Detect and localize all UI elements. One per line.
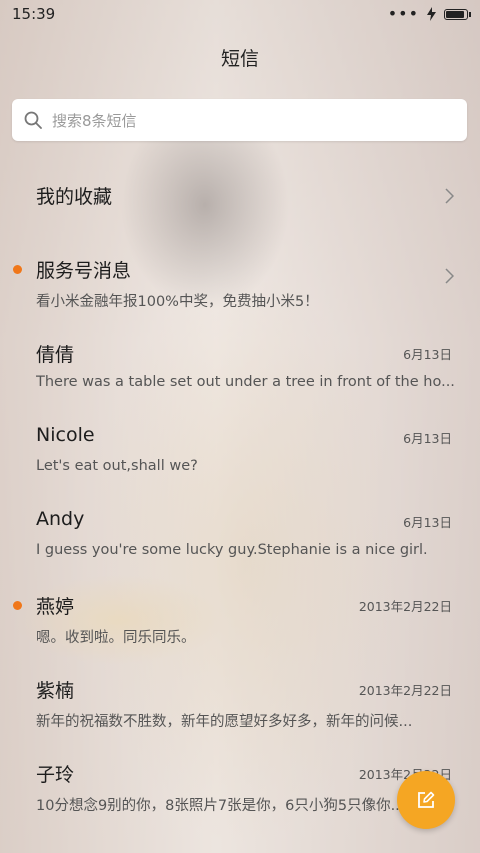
more-dots-icon: ••• bbox=[387, 4, 419, 23]
status-time: 15:39 bbox=[12, 5, 56, 23]
unread-dot bbox=[13, 265, 22, 274]
list-item-preview: 看小米金融年报100%中奖，免费抽小米5！ bbox=[36, 294, 319, 310]
list-item-date: 2013年2月22日 bbox=[358, 683, 452, 698]
list-item-name: 服务号消息 bbox=[36, 260, 132, 282]
list-item-favorites[interactable]: 我的收藏 bbox=[0, 154, 480, 238]
list-item-date: 6月13日 bbox=[403, 347, 452, 362]
list-item-name: Andy bbox=[36, 508, 85, 530]
list-item-date: 6月13日 bbox=[403, 431, 452, 446]
list-item-date: 6月13日 bbox=[403, 515, 452, 530]
unread-dot bbox=[13, 601, 22, 610]
chevron-right-icon bbox=[445, 188, 454, 204]
list-item-conversation[interactable]: 紫楠 2013年2月22日 新年的祝福数不胜数，新年的愿望好多好多，新年的问候.… bbox=[0, 658, 480, 742]
chevron-right-icon bbox=[445, 268, 454, 284]
list-item-preview: 嗯。收到啦。同乐同乐。 bbox=[36, 630, 196, 646]
list-item-conversation[interactable]: Andy 6月13日 I guess you're some lucky guy… bbox=[0, 490, 480, 574]
list-item-preview: There was a table set out under a tree i… bbox=[36, 374, 455, 390]
status-icons: ••• bbox=[387, 4, 471, 23]
search-input[interactable]: 搜索8条短信 bbox=[12, 99, 467, 141]
compose-button[interactable] bbox=[397, 771, 455, 829]
search-icon bbox=[24, 111, 42, 129]
list-item-name: 紫楠 bbox=[36, 680, 75, 702]
list-item-name: 子玲 bbox=[36, 764, 75, 786]
conversation-list: 我的收藏 服务号消息 看小米金融年报100%中奖，免费抽小米5！ 倩倩 6月13… bbox=[0, 154, 480, 826]
list-item-preview: 新年的祝福数不胜数，新年的愿望好多好多，新年的问候... bbox=[36, 714, 413, 730]
list-item-date: 2013年2月22日 bbox=[358, 599, 452, 614]
list-item-conversation[interactable]: Nicole 6月13日 Let's eat out,shall we? bbox=[0, 406, 480, 490]
list-item-conversation[interactable]: 燕婷 2013年2月22日 嗯。收到啦。同乐同乐。 bbox=[0, 574, 480, 658]
search-placeholder: 搜索8条短信 bbox=[52, 111, 137, 130]
list-item-name: 燕婷 bbox=[36, 596, 75, 618]
list-item-name: Nicole bbox=[36, 424, 95, 446]
list-item-service-messages[interactable]: 服务号消息 看小米金融年报100%中奖，免费抽小米5！ bbox=[0, 238, 480, 322]
compose-icon bbox=[418, 791, 435, 808]
list-item-preview: I guess you're some lucky guy.Stephanie … bbox=[36, 542, 428, 558]
list-item-preview: 10分想念9别的你，8张照片7张是你，6只小狗5只像你... bbox=[36, 798, 405, 814]
charging-bolt-icon bbox=[427, 7, 436, 21]
list-item-name: 我的收藏 bbox=[36, 186, 113, 208]
list-item-name: 倩倩 bbox=[36, 344, 75, 366]
page-title: 短信 bbox=[220, 48, 259, 70]
list-item-preview: Let's eat out,shall we? bbox=[36, 458, 198, 474]
battery-icon bbox=[444, 8, 471, 20]
status-bar: 15:39 ••• bbox=[0, 0, 480, 28]
list-item-conversation[interactable]: 倩倩 6月13日 There was a table set out under… bbox=[0, 322, 480, 406]
